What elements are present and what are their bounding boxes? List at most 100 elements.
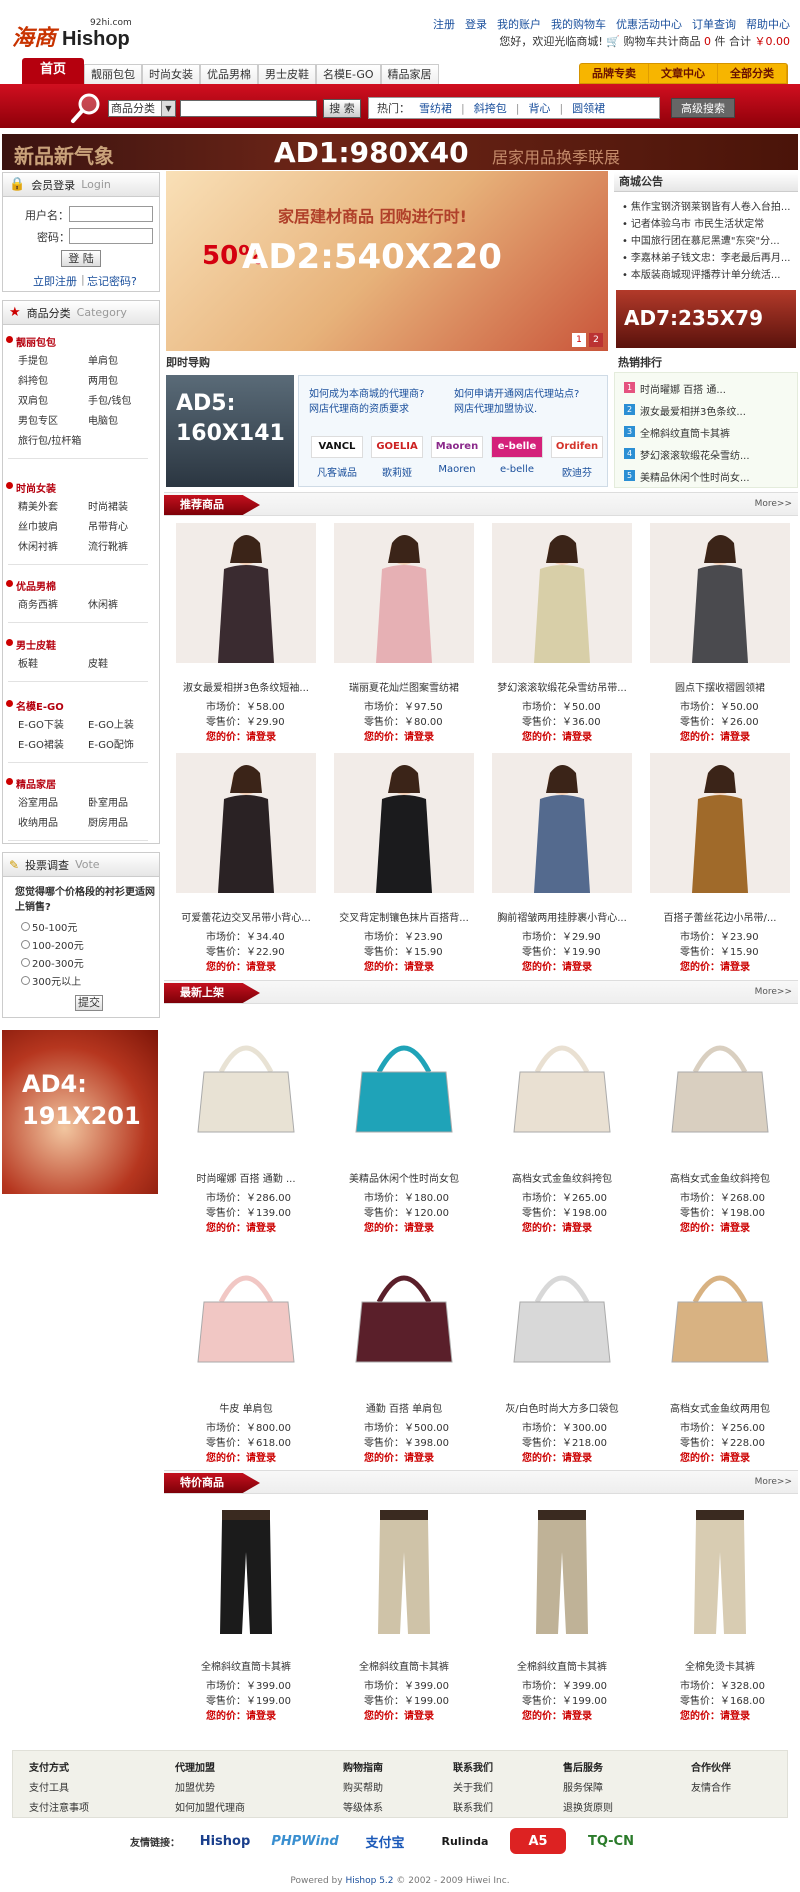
top-nav-login[interactable]: 登录 — [465, 16, 487, 32]
product-card[interactable]: 瑞丽夏花灿烂图案雪纺裙 市场价：￥97.50 零售价：￥80.00 您的价：请登录 — [324, 523, 474, 743]
category-item[interactable]: 板鞋 — [18, 655, 38, 670]
hot-item[interactable]: 淑女最爱相拼3色条纹... — [640, 403, 746, 418]
product-image[interactable] — [334, 1244, 474, 1384]
product-card[interactable]: 高档女式金鱼纹两用包 市场价：￥256.00 零售价：￥228.00 您的价：请登录 — [640, 1244, 790, 1464]
hot-word[interactable]: 雪纺裙 — [419, 100, 452, 116]
category-group-title[interactable]: 名模E-GO — [16, 698, 64, 713]
category-item[interactable]: 手提包 — [18, 352, 48, 367]
ad2-banner[interactable]: 家居建材商品 团购进行时! 50% AD2:540X220 1 2 — [166, 171, 608, 351]
vote-option[interactable]: 300元以上 — [21, 973, 81, 988]
top-nav-order-query[interactable]: 订单查询 — [692, 16, 736, 32]
nav-articles[interactable]: 文章中心 — [649, 64, 718, 83]
category-item[interactable]: E-GO上装 — [88, 716, 134, 731]
login-price-link[interactable]: 请登录 — [720, 732, 750, 743]
friend-link-phpwind[interactable]: PHPWind — [270, 1828, 340, 1854]
product-card[interactable]: 全棉斜纹直筒卡其裤 市场价：￥399.00 零售价：￥199.00 您的价：请登录 — [482, 1502, 632, 1722]
footer-link[interactable]: 支付注意事项 — [29, 1799, 89, 1819]
category-item[interactable]: E-GO配饰 — [88, 736, 134, 751]
friend-link-hishop[interactable]: Hishop — [190, 1828, 260, 1854]
product-card[interactable]: 梦幻滚滚软缎花朵雪纺吊带... 市场价：￥50.00 零售价：￥36.00 您的价：请… — [482, 523, 632, 743]
category-select[interactable]: 商品分类 ▼ — [108, 100, 176, 117]
product-image[interactable] — [334, 753, 474, 893]
more-link[interactable]: More>> — [755, 987, 792, 997]
product-card[interactable]: 胸前褶皱两用挂脖裹小背心... 市场价：￥29.90 零售价：￥19.90 您的价：请… — [482, 753, 632, 973]
product-name[interactable]: 时尚曜娜 百搭 通勤 ... — [166, 1170, 326, 1185]
product-card[interactable]: 高档女式金鱼纹斜挎包 市场价：￥265.00 零售价：￥198.00 您的价：请登录 — [482, 1014, 632, 1234]
ad7-banner[interactable]: AD7:235X79 — [616, 290, 796, 348]
product-image[interactable] — [176, 1244, 316, 1384]
product-name[interactable]: 全棉斜纹直筒卡其裤 — [482, 1658, 642, 1673]
category-item[interactable]: 皮鞋 — [88, 655, 108, 670]
friend-link-alipay[interactable]: 支付宝 — [350, 1828, 420, 1854]
product-name[interactable]: 美精品休闲个性时尚女包 — [324, 1170, 484, 1185]
product-name[interactable]: 瑞丽夏花灿烂图案雪纺裙 — [324, 679, 484, 694]
product-image[interactable] — [650, 1244, 790, 1384]
notice-item[interactable]: • 李嘉林弟子钱文忠：李老最后再月... — [622, 249, 790, 264]
hot-item[interactable]: 全棉斜纹直筒卡其裤 — [640, 425, 730, 440]
login-price-link[interactable]: 请登录 — [246, 1711, 276, 1722]
login-price-link[interactable]: 请登录 — [562, 962, 592, 973]
product-name[interactable]: 高档女式金鱼纹斜挎包 — [640, 1170, 800, 1185]
product-image[interactable] — [176, 753, 316, 893]
username-input[interactable] — [69, 206, 153, 222]
product-image[interactable] — [176, 1502, 316, 1642]
guide-link[interactable]: 网店代理商的资质要求 — [309, 400, 409, 415]
password-input[interactable] — [69, 228, 153, 244]
category-item[interactable]: 收纳用品 — [18, 814, 58, 829]
slide-dot-1[interactable]: 1 — [572, 333, 586, 347]
category-item[interactable]: E-GO下装 — [18, 716, 64, 731]
guide-link[interactable]: 网店代理加盟协议. — [454, 400, 537, 415]
guide-link[interactable]: 如何成为本商城的代理商? — [309, 385, 424, 400]
hot-word[interactable]: 圆领裙 — [572, 100, 605, 116]
product-image[interactable] — [334, 523, 474, 663]
category-group-title[interactable]: 时尚女装 — [16, 480, 56, 495]
product-card[interactable]: 高档女式金鱼纹斜挎包 市场价：￥268.00 零售价：￥198.00 您的价：请登录 — [640, 1014, 790, 1234]
category-group-title[interactable]: 男士皮鞋 — [16, 637, 56, 652]
login-price-link[interactable]: 请登录 — [562, 1711, 592, 1722]
category-item[interactable]: 手包/钱包 — [88, 392, 131, 407]
product-image[interactable] — [176, 523, 316, 663]
tab-ego[interactable]: 名模E-GO — [316, 64, 381, 84]
login-price-link[interactable]: 请登录 — [562, 1453, 592, 1464]
product-name[interactable]: 灰/白色时尚大方多口袋包 — [482, 1400, 642, 1415]
brand-logo[interactable]: GOELIA — [371, 436, 423, 458]
footer-link[interactable]: 关于我们 — [453, 1779, 493, 1799]
category-item[interactable]: 商务西裤 — [18, 596, 58, 611]
tab-women[interactable]: 时尚女装 — [142, 64, 200, 84]
product-image[interactable] — [492, 753, 632, 893]
category-group-title[interactable]: 优品男棉 — [16, 578, 56, 593]
footer-link[interactable]: 等级体系 — [343, 1799, 383, 1819]
tab-men[interactable]: 优品男棉 — [200, 64, 258, 84]
product-name[interactable]: 交叉背定制镶色抹片百搭背... — [324, 909, 484, 924]
category-item[interactable]: 斜挎包 — [18, 372, 48, 387]
top-nav-cart[interactable]: 我的购物车 — [551, 16, 606, 32]
product-card[interactable]: 通勤 百搭 单肩包 市场价：￥500.00 零售价：￥398.00 您的价：请登录 — [324, 1244, 474, 1464]
product-image[interactable] — [492, 523, 632, 663]
product-card[interactable]: 全棉斜纹直筒卡其裤 市场价：￥399.00 零售价：￥199.00 您的价：请登录 — [166, 1502, 316, 1722]
notice-item[interactable]: • 中国旅行团在慕尼黑遭"东突"分... — [622, 232, 780, 247]
product-card[interactable]: 全棉斜纹直筒卡其裤 市场价：￥399.00 零售价：￥199.00 您的价：请登录 — [324, 1502, 474, 1722]
login-price-link[interactable]: 请登录 — [720, 1711, 750, 1722]
tab-home-goods[interactable]: 精品家居 — [380, 64, 439, 84]
friend-link-a5[interactable]: A5 — [510, 1828, 566, 1854]
nav-brands[interactable]: 品牌专卖 — [580, 64, 649, 83]
product-name[interactable]: 高档女式金鱼纹斜挎包 — [482, 1170, 642, 1185]
product-name[interactable]: 百搭子蕾丝花边小吊带/... — [640, 909, 800, 924]
category-item[interactable]: 休闲衬裤 — [18, 538, 58, 553]
footer-link[interactable]: 退换货原则 — [563, 1799, 613, 1819]
category-item[interactable]: 两用包 — [88, 372, 118, 387]
notice-item[interactable]: • 焦作宝钢济钢莱钢皆有人卷入台拍... — [622, 198, 790, 213]
product-image[interactable] — [176, 1014, 316, 1154]
product-name[interactable]: 牛皮 单肩包 — [166, 1400, 326, 1415]
product-card[interactable]: 可爱蕾花边交叉吊带小背心... 市场价：￥34.40 零售价：￥22.90 您的价：请… — [166, 753, 316, 973]
footer-link[interactable]: 服务保障 — [563, 1779, 613, 1799]
login-price-link[interactable]: 请登录 — [404, 1711, 434, 1722]
top-nav-account[interactable]: 我的账户 — [497, 16, 541, 32]
category-item[interactable]: 男包专区 — [18, 412, 58, 427]
category-item[interactable]: 厨房用品 — [88, 814, 128, 829]
login-price-link[interactable]: 请登录 — [246, 1223, 276, 1234]
login-price-link[interactable]: 请登录 — [246, 732, 276, 743]
footer-link[interactable]: 加盟优势 — [175, 1779, 245, 1799]
search-button[interactable]: 搜 索 — [323, 99, 361, 118]
vote-submit-button[interactable]: 提交 — [75, 995, 103, 1011]
